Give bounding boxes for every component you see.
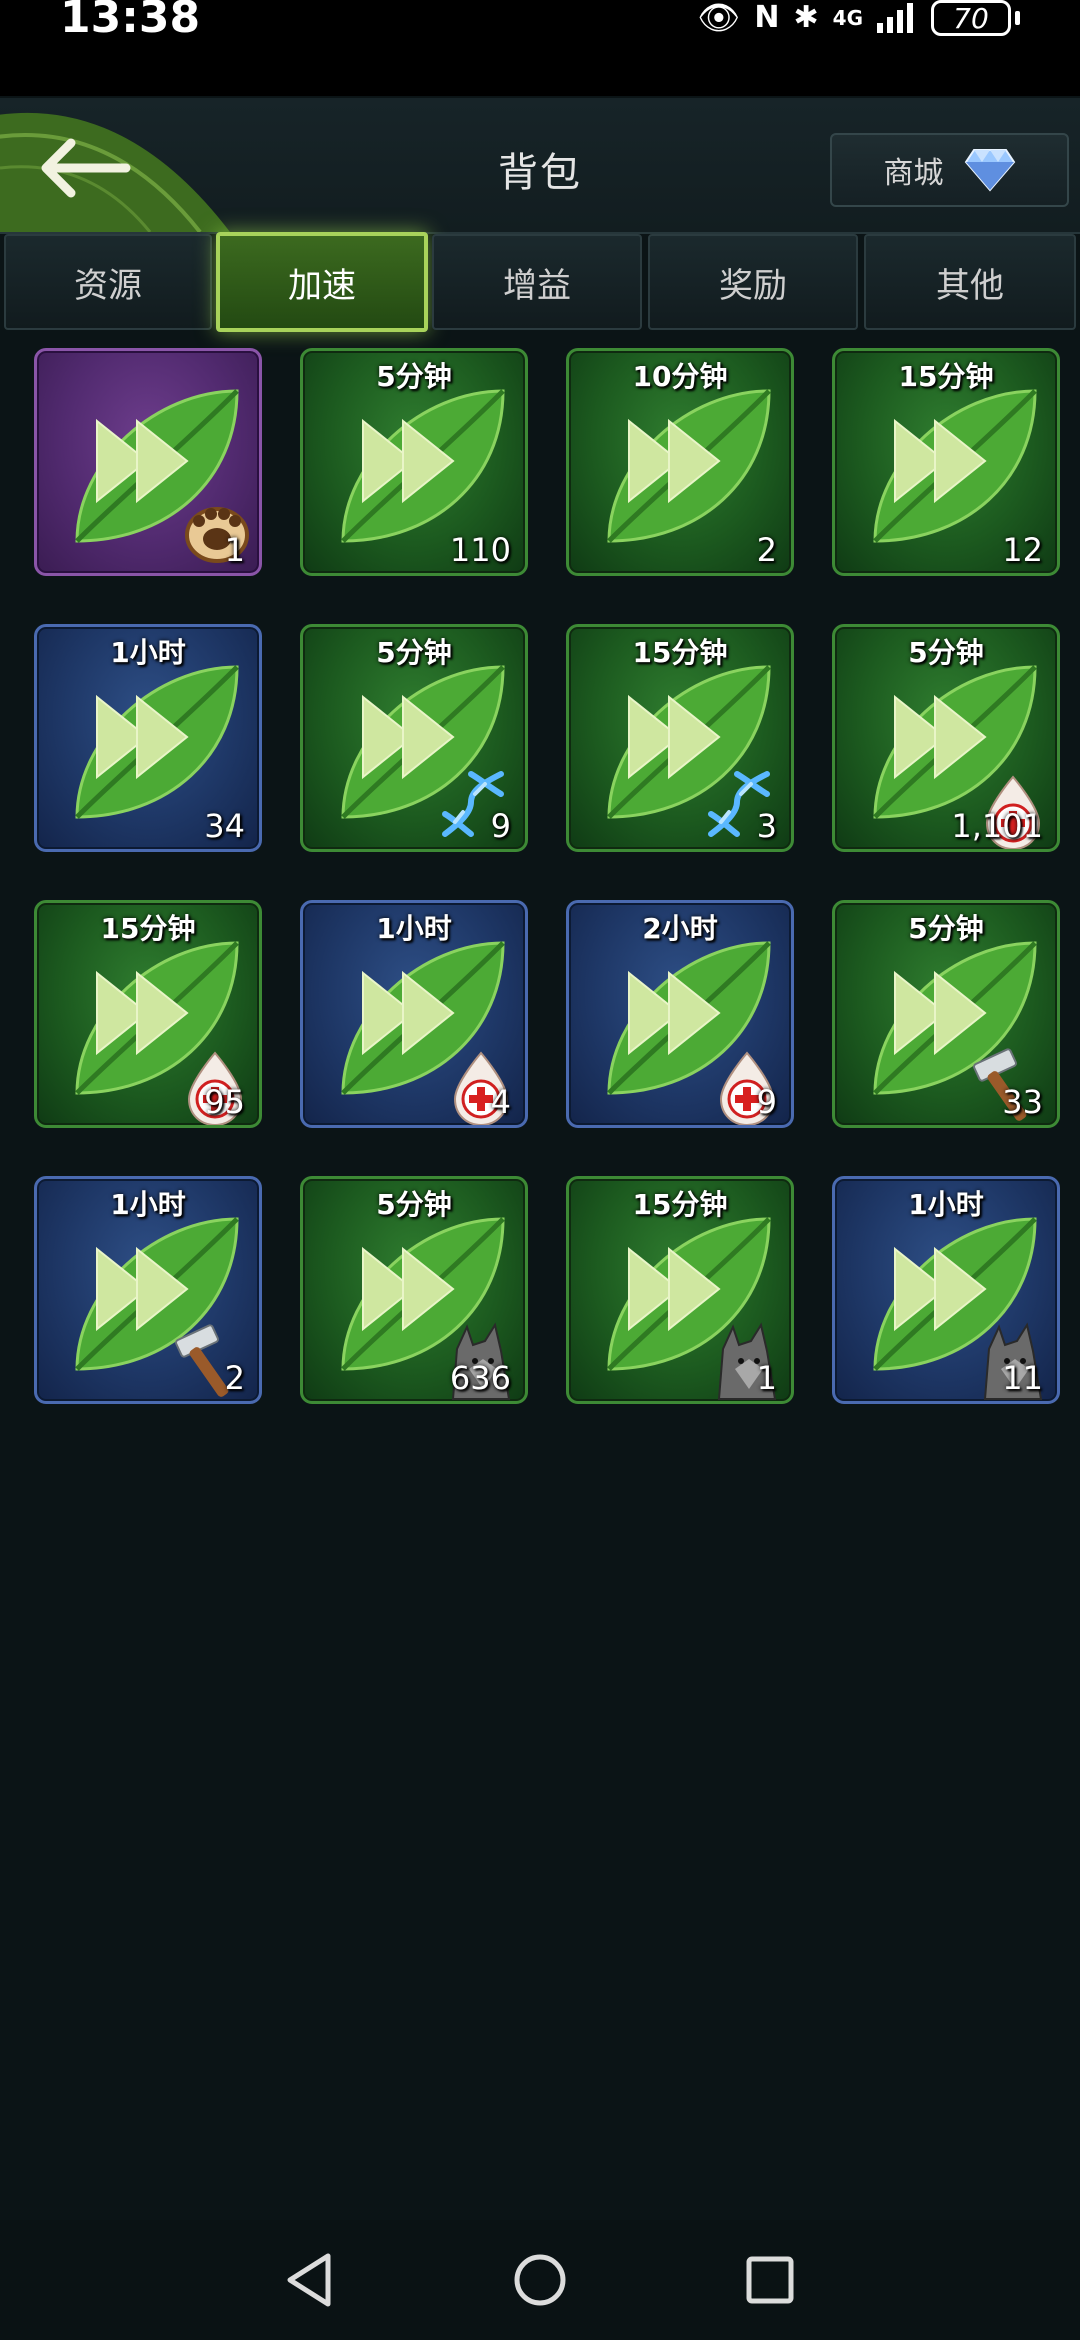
tab-rewards[interactable]: 奖励 xyxy=(648,234,858,330)
item-slot[interactable]: 1小时 11 xyxy=(832,1176,1060,1404)
battery-indicator: 70 xyxy=(931,0,1011,36)
item-slot[interactable]: 1小时 2 xyxy=(34,1176,262,1404)
category-tabs: 资源 加速 增益 奖励 其他 xyxy=(0,232,1080,334)
item-duration: 2小时 xyxy=(642,912,718,945)
battery-level: 70 xyxy=(953,1,989,35)
nfc-icon: N xyxy=(754,0,780,35)
item-slot[interactable]: 15分钟 3 xyxy=(566,624,794,852)
item-quantity: 3 xyxy=(756,807,777,845)
item-slot[interactable]: 5分钟 33 xyxy=(832,900,1060,1128)
item-duration: 1小时 xyxy=(908,1188,984,1221)
item-slot[interactable]: 15分钟 1 xyxy=(566,1176,794,1404)
recents-nav-icon[interactable] xyxy=(740,2250,800,2310)
tab-other[interactable]: 其他 xyxy=(864,234,1076,330)
tab-speedup[interactable]: 加速 xyxy=(216,232,428,332)
item-quantity: 9 xyxy=(756,1083,777,1121)
shop-label: 商城 xyxy=(883,156,944,191)
status-bar: 13:38 👁 N ✱ 4G 70 xyxy=(0,0,1080,96)
item-duration: 5分钟 xyxy=(376,636,452,669)
item-quantity: 12 xyxy=(1002,531,1043,569)
item-slot[interactable]: 2小时 9 xyxy=(566,900,794,1128)
item-duration: 5分钟 xyxy=(908,912,984,945)
bluetooth-icon: ✱ xyxy=(793,0,819,35)
item-duration: 15分钟 xyxy=(898,360,994,393)
status-icons: 👁 N ✱ 4G 70 xyxy=(697,0,1020,36)
item-quantity: 9 xyxy=(490,807,511,845)
item-slot[interactable]: 5分钟 636 xyxy=(300,1176,528,1404)
item-duration: 5分钟 xyxy=(376,360,452,393)
item-slot[interactable]: 1小时 34 xyxy=(34,624,262,852)
item-slot[interactable]: 1小时 4 xyxy=(300,900,528,1128)
item-quantity: 1,101 xyxy=(951,807,1043,845)
item-duration: 1小时 xyxy=(110,636,186,669)
item-quantity: 1 xyxy=(224,531,245,569)
home-nav-icon[interactable] xyxy=(510,2250,570,2310)
item-slot[interactable]: 5分钟 9 xyxy=(300,624,528,852)
item-duration: 15分钟 xyxy=(632,1188,728,1221)
item-quantity: 33 xyxy=(1002,1083,1043,1121)
item-quantity: 1 xyxy=(756,1359,777,1397)
item-quantity: 110 xyxy=(449,531,511,569)
item-quantity: 34 xyxy=(204,807,245,845)
item-slot[interactable]: 5分钟 110 xyxy=(300,348,528,576)
battery-nub xyxy=(1015,11,1020,25)
eye-icon: 👁 xyxy=(697,0,741,38)
item-duration: 5分钟 xyxy=(376,1188,452,1221)
item-slot[interactable]: 1 xyxy=(34,348,262,576)
item-quantity: 636 xyxy=(449,1359,511,1397)
item-quantity: 2 xyxy=(224,1359,245,1397)
item-duration: 1小时 xyxy=(110,1188,186,1221)
item-quantity: 4 xyxy=(490,1083,511,1121)
item-duration: 1小时 xyxy=(376,912,452,945)
item-duration: 15分钟 xyxy=(632,636,728,669)
signal-icon xyxy=(877,3,913,33)
item-duration: 10分钟 xyxy=(632,360,728,393)
item-duration: 15分钟 xyxy=(100,912,196,945)
item-duration: 5分钟 xyxy=(908,636,984,669)
system-nav-bar xyxy=(0,2220,1080,2340)
tab-boost[interactable]: 增益 xyxy=(432,234,642,330)
network-type: 4G xyxy=(832,6,863,30)
status-time: 13:38 xyxy=(60,0,201,43)
item-slot[interactable]: 15分钟 95 xyxy=(34,900,262,1128)
item-slot[interactable]: 15分钟 12 xyxy=(832,348,1060,576)
diamond-icon xyxy=(964,149,1015,192)
item-quantity: 2 xyxy=(756,531,777,569)
item-quantity: 11 xyxy=(1002,1359,1043,1397)
tab-resources[interactable]: 资源 xyxy=(4,234,212,330)
item-slot[interactable]: 10分钟 2 xyxy=(566,348,794,576)
item-quantity: 95 xyxy=(204,1083,245,1121)
back-nav-icon[interactable] xyxy=(280,2250,340,2310)
shop-button[interactable]: 商城 xyxy=(830,133,1069,207)
item-slot[interactable]: 5分钟 1,101 xyxy=(832,624,1060,852)
